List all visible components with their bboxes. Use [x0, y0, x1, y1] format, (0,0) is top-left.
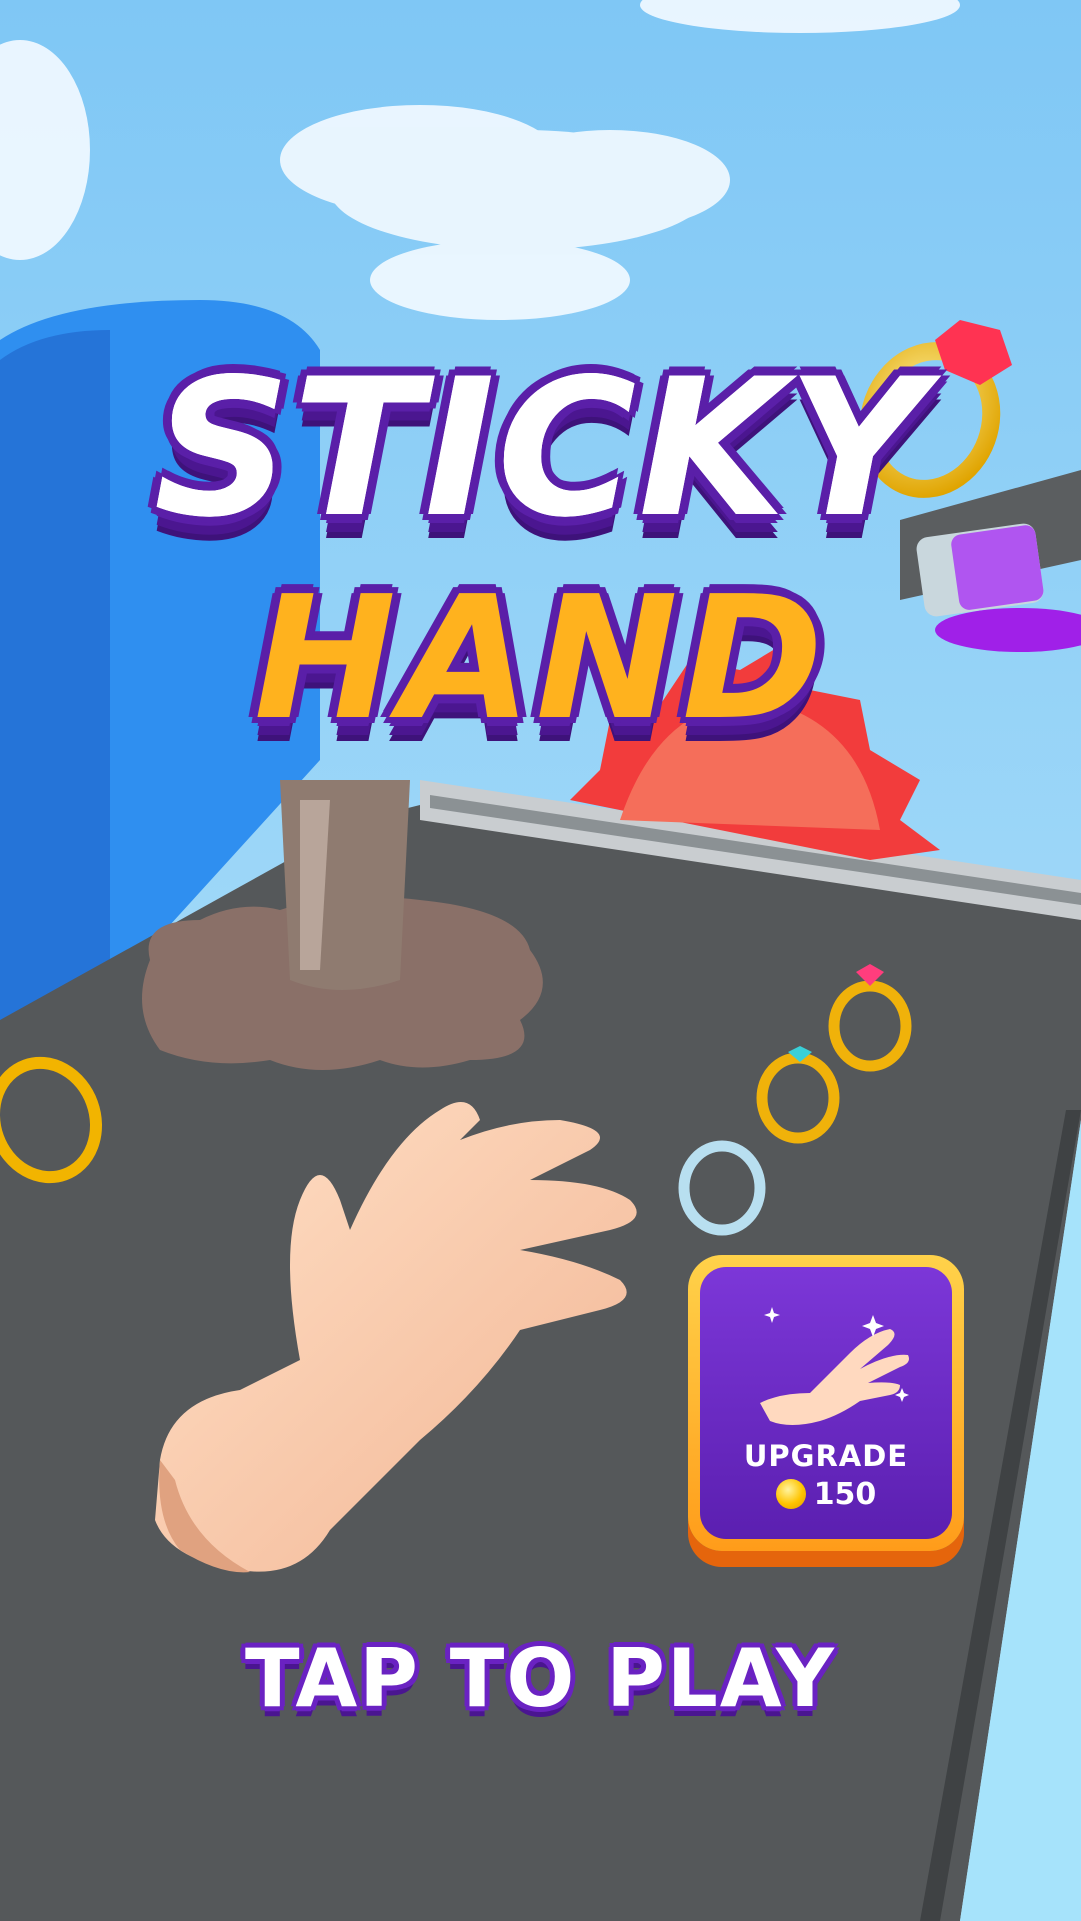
hand-icon — [760, 1307, 909, 1425]
coin-icon — [775, 1479, 806, 1509]
upgrade-cost-value: 150 — [813, 1477, 877, 1512]
game-title-line1: STICKY — [153, 338, 928, 559]
tap-to-play-prompt[interactable]: TAP TO PLAY — [0, 1632, 1081, 1725]
upgrade-label: UPGRADE — [743, 1439, 909, 1473]
upgrade-button[interactable]: UPGRADE 150 — [688, 1255, 964, 1551]
game-title-line2: HAND — [253, 560, 828, 758]
upgrade-cost: 150 — [700, 1477, 952, 1512]
upgrade-card-panel: UPGRADE 150 — [700, 1267, 952, 1539]
